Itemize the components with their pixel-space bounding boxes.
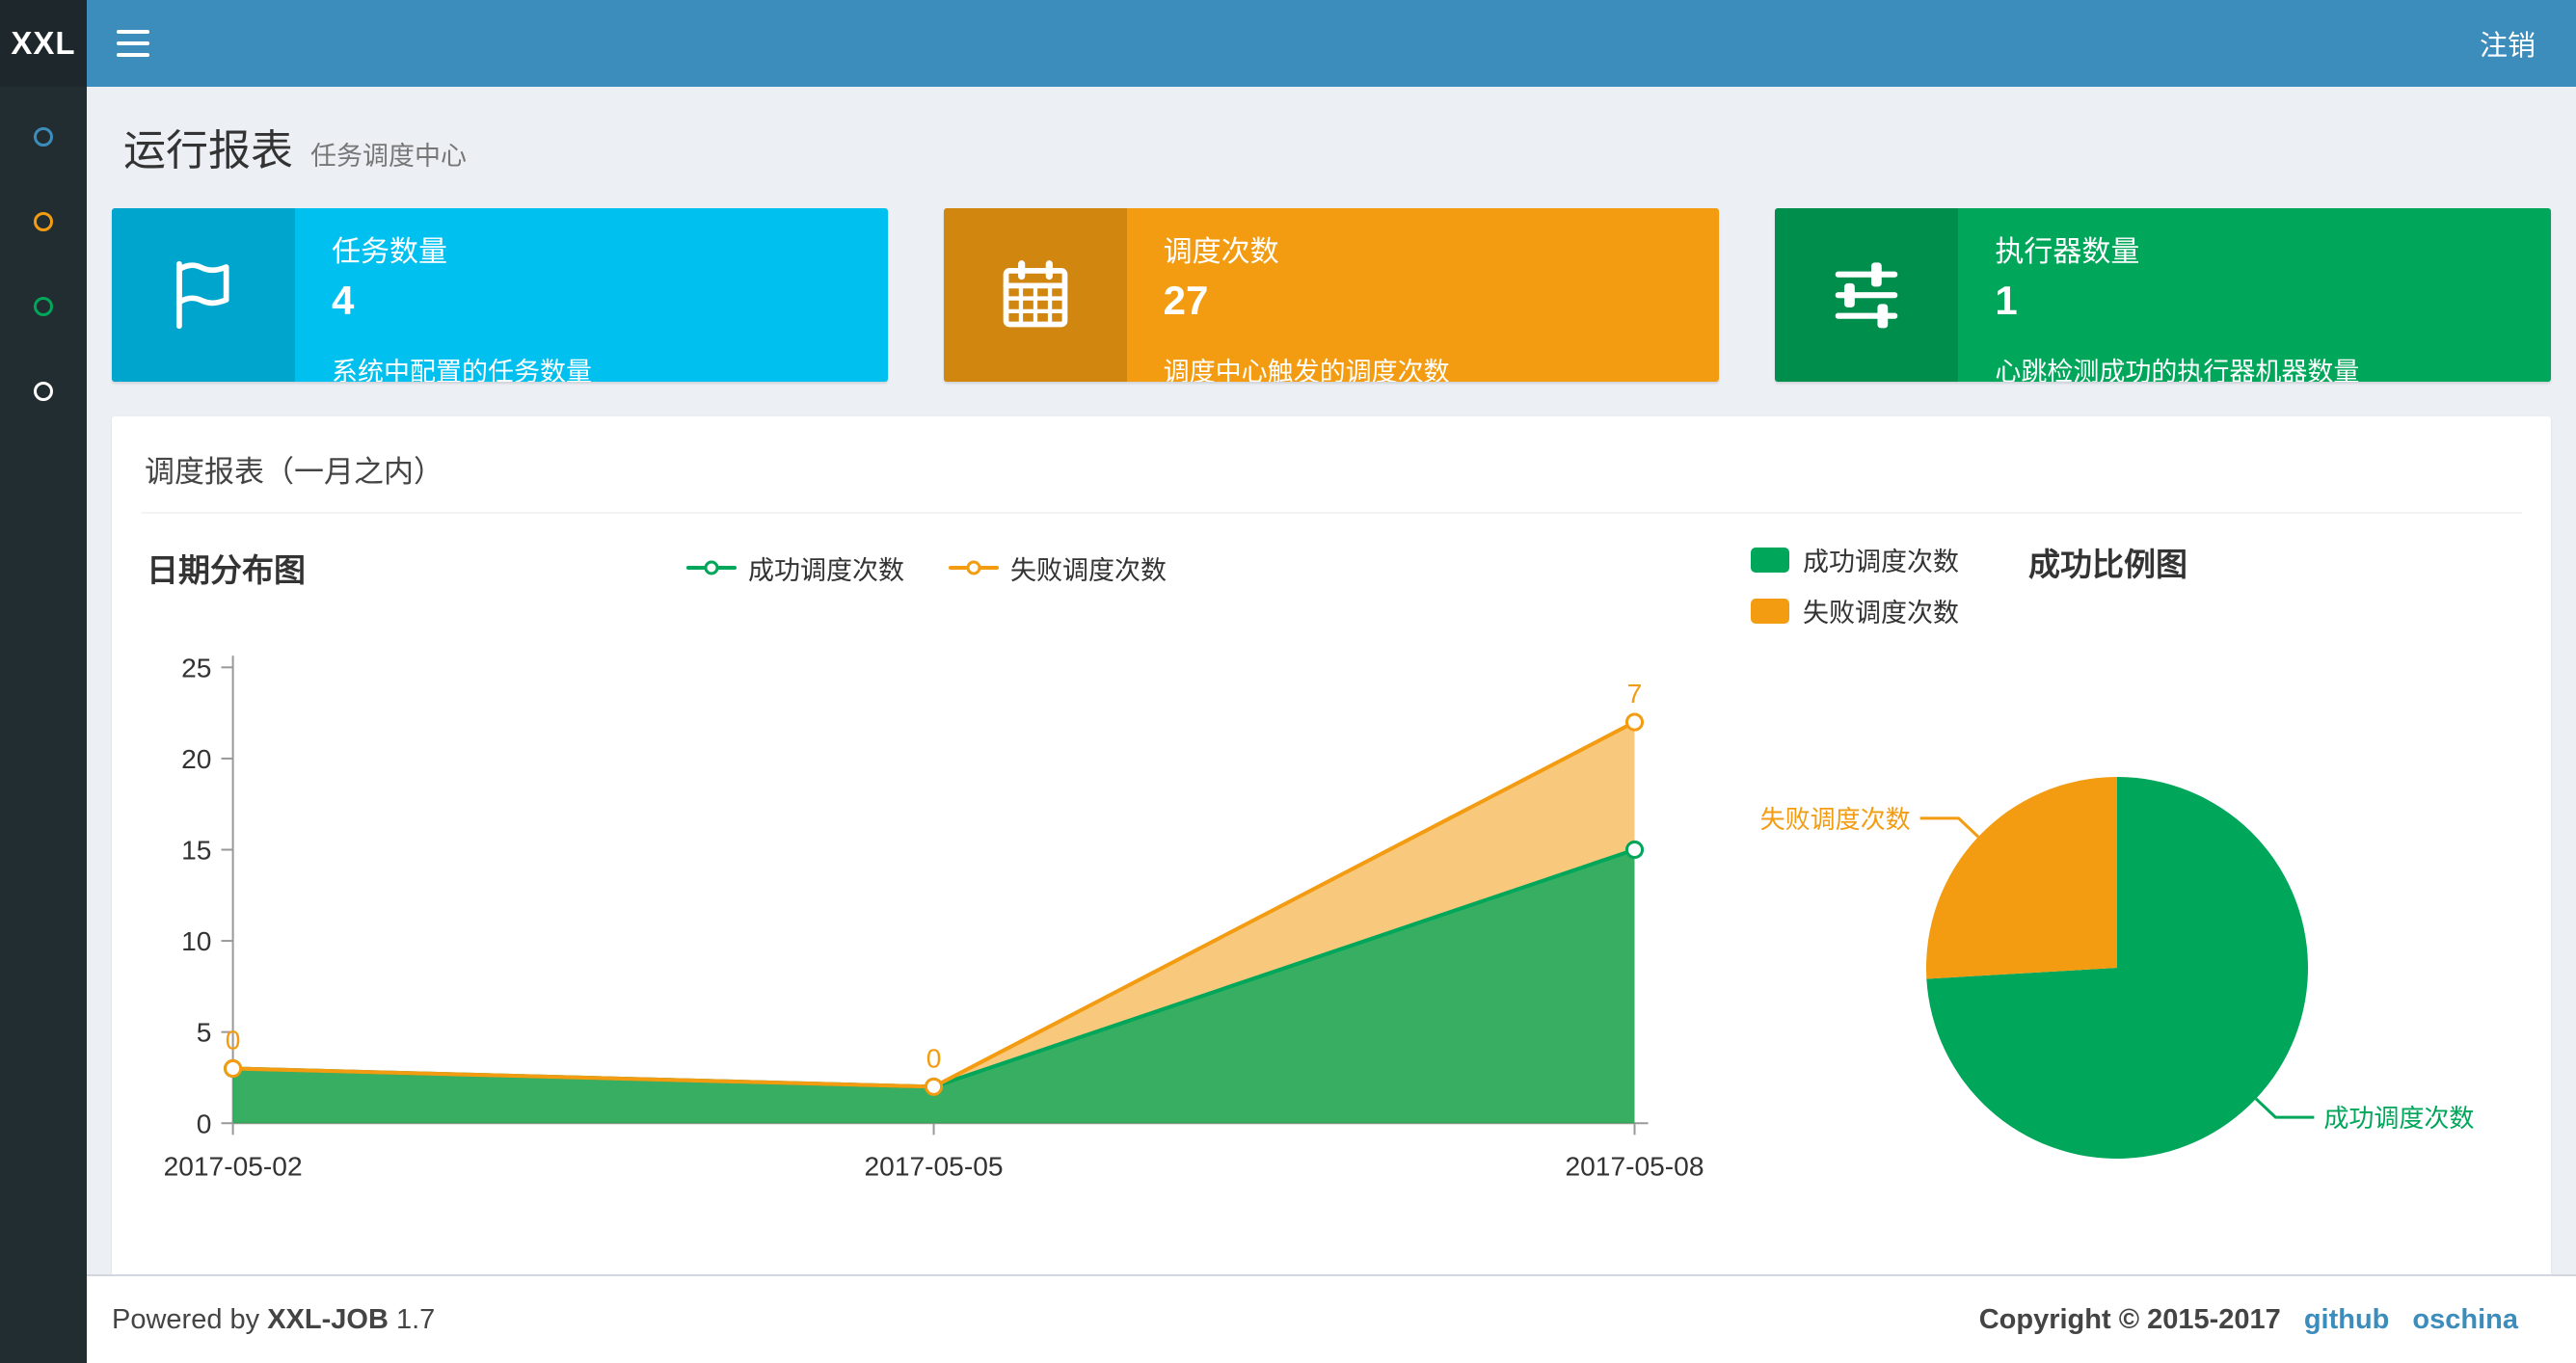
page-title: 运行报表 [123,127,293,174]
pie-chart-legend: 成功调度次数 失败调度次数 [1751,539,1959,629]
legend-item-fail[interactable]: 失败调度次数 [949,549,1167,587]
sidebar-toggle-button[interactable] [87,0,179,87]
circle-icon [34,127,53,147]
report-panel-title: 调度报表（一月之内） [141,441,2522,514]
svg-text:5: 5 [197,1017,212,1048]
summary-boxes: 任务数量 4 系统中配置的任务数量 调度次数 27 调度中心触发的调度次数 执行… [112,208,2552,382]
info-box-description: 调度中心触发的调度次数 [1163,358,1450,382]
svg-text:10: 10 [181,925,211,956]
line-chart-title: 日期分布图 [147,552,306,588]
github-link[interactable]: github [2304,1304,2390,1336]
legend-item-success[interactable]: 成功调度次数 [1751,541,1959,578]
legend-item-fail[interactable]: 失败调度次数 [1751,592,1959,629]
success-ratio-section: 成功调度次数 失败调度次数 成功比例图 成功调度次数 失败调度次数 [1751,539,2522,1252]
info-box-title: 执行器数量 [1995,236,2140,268]
svg-text:2017-05-08: 2017-05-08 [1565,1151,1704,1182]
sidebar [0,87,87,1363]
svg-text:20: 20 [181,743,211,774]
info-box-executors: 执行器数量 1 心跳检测成功的执行器机器数量 [1775,208,2552,382]
svg-text:15: 15 [181,835,211,866]
top-navbar: XXL 注销 [0,0,2576,87]
svg-text:0: 0 [197,1108,212,1138]
info-box-value: 1 [1995,278,2018,323]
report-panel: 调度报表（一月之内） 日期分布图 成功调度次数 失败调度次数 0 5 10 15… [112,416,2551,1281]
line-series-icon [686,560,737,575]
line-chart-legend: 成功调度次数 失败调度次数 [686,549,1167,587]
info-box-jobs: 任务数量 4 系统中配置的任务数量 [112,208,888,382]
svg-text:0: 0 [226,1024,241,1055]
info-box-title: 调度次数 [1163,236,1279,268]
page-header: 运行报表 任务调度中心 [123,116,2551,177]
calendar-icon [1003,260,1067,328]
svg-text:2017-05-02: 2017-05-02 [164,1151,303,1182]
page-subtitle: 任务调度中心 [310,142,467,171]
oschina-link[interactable]: oschina [2412,1304,2518,1336]
svg-text:25: 25 [181,652,211,682]
circle-icon [34,297,53,316]
sidebar-item-logs[interactable] [0,264,87,349]
line-series-icon [949,560,999,575]
svg-text:7: 7 [1627,678,1643,708]
svg-text:2017-05-05: 2017-05-05 [865,1151,1004,1182]
logout-link[interactable]: 注销 [2439,0,2576,87]
date-distribution-section: 日期分布图 成功调度次数 失败调度次数 0 5 10 15 20 25 2017-05-02… [141,539,1712,1252]
main-content: 运行报表 任务调度中心 任务数量 4 系统中配置的任务数量 调度次数 27 调度… [87,87,2576,1281]
svg-text:0: 0 [926,1042,942,1073]
hamburger-icon [117,30,149,34]
swatch-icon [1751,547,1789,573]
info-box-title: 任务数量 [332,236,447,268]
info-box-description: 心跳检测成功的执行器机器数量 [1995,358,2360,382]
circle-icon [34,382,53,401]
date-distribution-chart[interactable]: 05101520252017-05-02 2017-05-05 2017-05-08… [141,614,1712,1244]
app-logo[interactable]: XXL [0,0,87,87]
sidebar-item-executors[interactable] [0,349,87,434]
flag-icon [176,260,229,330]
legend-item-success[interactable]: 成功调度次数 [686,549,904,587]
sliders-icon [1836,262,1898,329]
copyright-text: Copyright © 2015-2017 [1978,1303,2281,1335]
page-footer: Powered by XXL-JOB 1.7 Copyright © 2015-… [87,1274,2576,1363]
info-box-triggers: 调度次数 27 调度中心触发的调度次数 [943,208,1720,382]
info-box-value: 4 [332,278,355,323]
svg-text:失败调度次数: 失败调度次数 [1760,805,1911,834]
powered-by: Powered by XXL-JOB 1.7 [112,1303,436,1335]
success-ratio-chart[interactable]: 成功调度次数 失败调度次数 [1751,635,2522,1252]
swatch-icon [1751,598,1789,624]
pie-chart-title: 成功比例图 [2028,547,2187,582]
info-box-description: 系统中配置的任务数量 [332,358,592,382]
sidebar-item-jobs[interactable] [0,179,87,264]
sidebar-item-report[interactable] [0,94,87,179]
circle-icon [34,212,53,231]
info-box-value: 27 [1163,278,1209,323]
svg-text:成功调度次数: 成功调度次数 [2323,1104,2474,1133]
